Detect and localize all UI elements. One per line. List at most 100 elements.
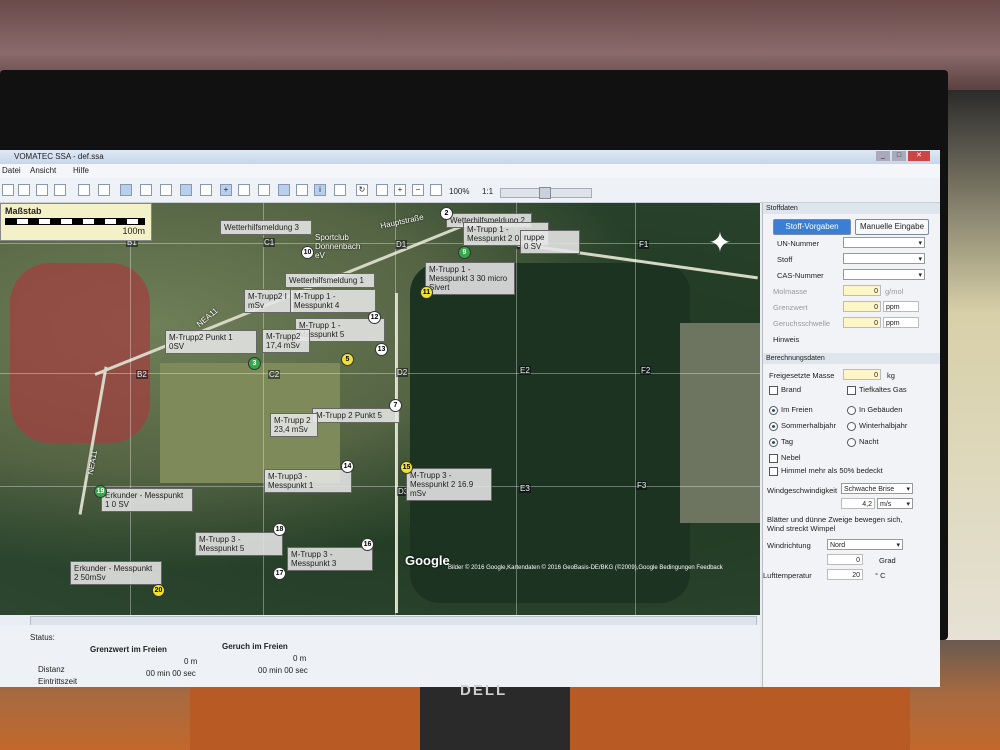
layer-icon[interactable]: [98, 184, 110, 196]
wind-speed-input[interactable]: 4,2: [841, 498, 875, 509]
map-marker[interactable]: 7: [389, 399, 402, 412]
molmasse-label: Molmasse: [773, 287, 808, 296]
map-label[interactable]: M-Trupp2 17,4 mSv: [262, 329, 310, 353]
himmel-checkbox[interactable]: [769, 467, 778, 476]
geruchsschwelle-input[interactable]: 0: [843, 317, 881, 328]
menu-ansicht[interactable]: Ansicht: [30, 166, 56, 175]
maximize-button[interactable]: □: [892, 151, 906, 161]
in-gebaeuden-radio[interactable]: [847, 406, 856, 415]
winter-radio[interactable]: [847, 422, 856, 431]
map-label[interactable]: ruppe 0 SV: [520, 230, 580, 254]
grid-label: E2: [519, 366, 531, 375]
map-label[interactable]: Wetterhilfsmeldung 3: [220, 220, 312, 235]
manuelle-eingabe-button[interactable]: Manuelle Eingabe: [855, 219, 929, 235]
comment-icon[interactable]: [334, 184, 346, 196]
map-marker[interactable]: 14: [341, 460, 354, 473]
grid-label: E3: [519, 484, 531, 493]
map-marker[interactable]: 13: [375, 343, 388, 356]
map-label[interactable]: Wetterhilfsmeldung 1: [285, 273, 375, 288]
brand-checkbox[interactable]: [769, 386, 778, 395]
im-freien-radio[interactable]: [769, 406, 778, 415]
map-marker[interactable]: 20: [152, 584, 165, 597]
fit-icon[interactable]: [376, 184, 388, 196]
menu-datei[interactable]: Datei: [2, 166, 21, 175]
minimize-button[interactable]: _: [876, 151, 890, 161]
tag-radio[interactable]: [769, 438, 778, 447]
route-icon[interactable]: [200, 184, 212, 196]
zoom-ratio[interactable]: 1:1: [482, 187, 493, 196]
zoom-slider[interactable]: [500, 187, 592, 199]
zoom-in-icon[interactable]: +: [394, 184, 406, 196]
map-marker[interactable]: 10: [301, 246, 314, 259]
tiefkalt-checkbox[interactable]: [847, 386, 856, 395]
geruchsschwelle-unit[interactable]: ppm: [883, 317, 919, 328]
stoff-select[interactable]: [843, 253, 925, 265]
cas-nummer-label: CAS-Nummer: [777, 271, 824, 280]
map-marker[interactable]: 18: [273, 523, 286, 536]
zoom-slider-thumb[interactable]: [539, 187, 551, 199]
map-label[interactable]: M-Trupp 2 23,4 mSv: [270, 413, 318, 437]
nebel-checkbox[interactable]: [769, 454, 778, 463]
map-marker[interactable]: 9: [458, 246, 471, 259]
select-icon[interactable]: [120, 184, 132, 196]
map-marker[interactable]: 19: [94, 485, 107, 498]
refresh-icon[interactable]: ↻: [356, 184, 368, 196]
grad-input[interactable]: 0: [827, 554, 863, 565]
marker-icon[interactable]: [160, 184, 172, 196]
hazard-icon[interactable]: [278, 184, 290, 196]
crosshair-icon[interactable]: +: [220, 184, 232, 196]
map-marker[interactable]: 17: [273, 567, 286, 580]
map-marker[interactable]: 2: [440, 207, 453, 220]
grenzwert-unit[interactable]: ppm: [883, 301, 919, 312]
map-view[interactable]: B1 C1 D1 E1 F1 B2 C2 D2 E2 F2 D3 E3 F3 M…: [0, 203, 760, 615]
wind-icon[interactable]: [296, 184, 308, 196]
tool-icon[interactable]: [78, 184, 90, 196]
map-label[interactable]: M-Trupp2 I mSv: [244, 289, 294, 313]
map-label[interactable]: M-Trupp 1 - Messpunkt 3 30 micro Sivert: [425, 262, 515, 295]
wind-unit-select[interactable]: m/s: [877, 498, 913, 510]
open-icon[interactable]: [18, 184, 30, 196]
map-label[interactable]: M-Trupp 1 - Messpunkt 4: [290, 289, 376, 313]
zoom-out-icon[interactable]: −: [412, 184, 424, 196]
scale-ruler: [5, 218, 145, 225]
scale-icon[interactable]: [180, 184, 192, 196]
place-label: Sportclub Donnenbach eV: [315, 233, 361, 260]
print-icon[interactable]: [54, 184, 66, 196]
close-button[interactable]: ✕: [908, 151, 930, 161]
info-icon[interactable]: i: [314, 184, 326, 196]
map-marker[interactable]: 15: [400, 461, 413, 474]
new-icon[interactable]: [2, 184, 14, 196]
cas-nummer-select[interactable]: [843, 269, 925, 281]
map-marker[interactable]: 12: [368, 311, 381, 324]
nacht-radio[interactable]: [847, 438, 856, 447]
stoff-vorgaben-button[interactable]: Stoff-Vorgaben: [773, 219, 851, 235]
menu-hilfe[interactable]: Hilfe: [73, 166, 89, 175]
map-marker[interactable]: 5: [341, 353, 354, 366]
zoom-box-icon[interactable]: [430, 184, 442, 196]
grenzwert-input[interactable]: 0: [843, 301, 881, 312]
map-label[interactable]: M-Trupp 3 - Messpunkt 5: [195, 532, 283, 556]
temperatur-input[interactable]: 20: [827, 569, 863, 580]
un-nummer-select[interactable]: [843, 237, 925, 249]
save-icon[interactable]: [36, 184, 48, 196]
move-icon[interactable]: [238, 184, 250, 196]
wind-select[interactable]: Schwache Brise: [841, 483, 913, 495]
windrichtung-select[interactable]: Nord: [827, 539, 903, 551]
map-marker[interactable]: 3: [248, 357, 261, 370]
map-label[interactable]: M-Trupp 2 Punkt 5: [312, 408, 400, 423]
map-label[interactable]: Erkunder - Messpunkt 1 0 SV: [101, 488, 193, 512]
molmasse-input[interactable]: 0: [843, 285, 881, 296]
menu-bar: Datei Ansicht Hilfe: [0, 164, 940, 178]
grid-icon[interactable]: [140, 184, 152, 196]
masse-input[interactable]: 0: [843, 369, 881, 380]
map-label[interactable]: M-Trupp3 - Messpunkt 1: [264, 469, 352, 493]
map-marker[interactable]: 11: [420, 286, 433, 299]
status-col1-distance: 0 m: [184, 657, 198, 666]
map-marker[interactable]: 16: [361, 538, 374, 551]
map-label[interactable]: M-Trupp 3 - Messpunkt 2 16.9 mSv: [406, 468, 492, 501]
map-label[interactable]: M-Trupp 3 - Messpunkt 3: [287, 547, 373, 571]
sommer-radio[interactable]: [769, 422, 778, 431]
map-label[interactable]: M-Trupp2 Punkt 1 0SV: [165, 330, 257, 354]
map-label[interactable]: Erkunder - Messpunkt 2 50mSv: [70, 561, 162, 585]
frame-icon[interactable]: [258, 184, 270, 196]
